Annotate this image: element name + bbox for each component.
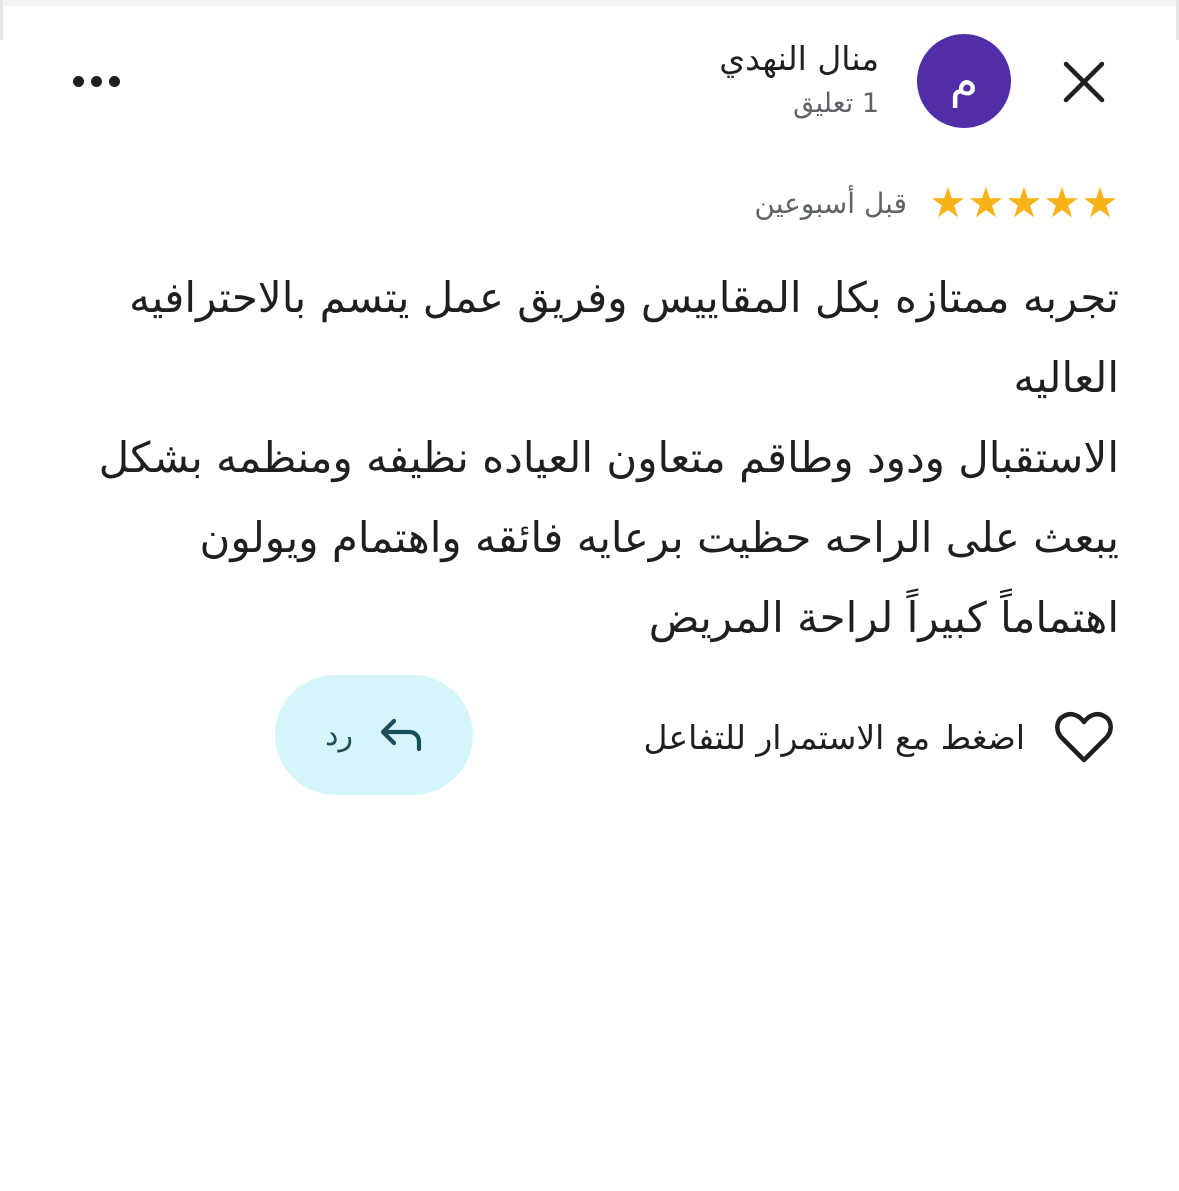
review-time: قبل أسبوعين: [754, 186, 907, 220]
more-icon-dot: [108, 75, 120, 87]
avatar[interactable]: م: [917, 34, 1011, 128]
rating-row: ★ ★ ★ ★ ★ قبل أسبوعين: [754, 178, 1119, 228]
top-edge: [0, 0, 1179, 6]
review-text: تجربه ممتازه بكل المقاييس وفريق عمل يتسم…: [79, 258, 1119, 658]
more-options-button[interactable]: [56, 56, 136, 106]
reply-arrow-icon: [379, 713, 423, 757]
like-button[interactable]: اضغط مع الاستمرار للتفاعل: [644, 700, 1114, 774]
author-review-count: 1 تعليق: [793, 88, 879, 119]
star-icon: ★: [929, 178, 967, 227]
author-name[interactable]: منال النهدي: [459, 36, 879, 82]
reply-label: رد: [325, 717, 353, 753]
star-icon: ★: [1043, 178, 1081, 227]
star-rating: ★ ★ ★ ★ ★: [929, 182, 1119, 224]
star-icon: ★: [1005, 178, 1043, 227]
left-edge: [0, 0, 3, 40]
star-icon: ★: [1081, 178, 1119, 227]
close-button[interactable]: [1052, 50, 1116, 114]
review-paragraph: الاستقبال ودود وطاقم متعاون العياده نظيف…: [98, 433, 1119, 642]
more-icon-dot: [72, 75, 84, 87]
star-icon: ★: [967, 178, 1005, 227]
author-info: منال النهدي 1 تعليق: [459, 36, 879, 124]
more-icon-dot: [90, 75, 102, 87]
close-icon: [1063, 61, 1105, 103]
heart-outline-icon: [1055, 708, 1113, 766]
avatar-letter: م: [949, 54, 979, 108]
review-paragraph: تجربه ممتازه بكل المقاييس وفريق عمل يتسم…: [129, 273, 1119, 402]
like-hint-label: اضغط مع الاستمرار للتفاعل: [643, 717, 1026, 757]
reply-button[interactable]: رد: [275, 675, 473, 795]
